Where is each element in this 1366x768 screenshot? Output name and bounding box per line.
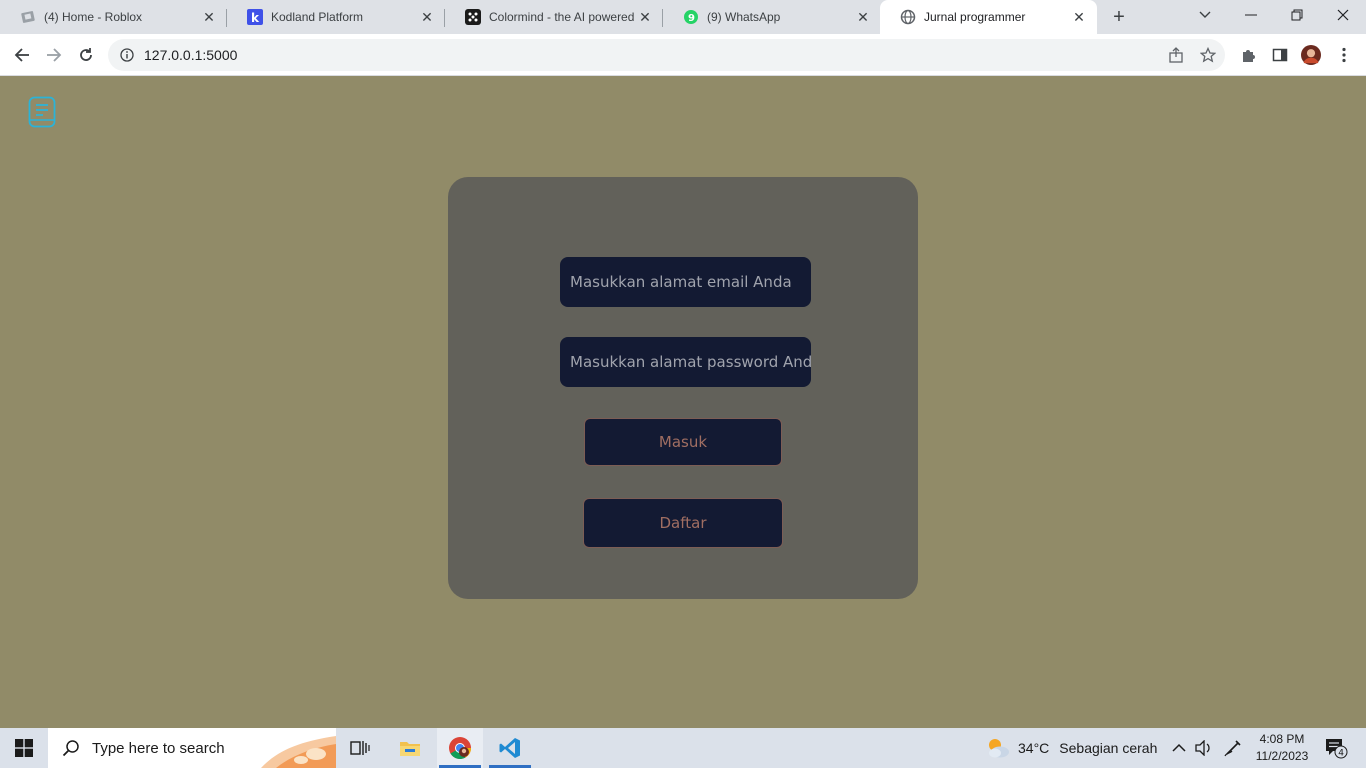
weather-widget[interactable]: 34°C Sebagian cerah [985,728,1157,768]
minimize-icon [1245,14,1257,16]
system-clock[interactable]: 4:08 PM 11/2/2023 [1248,731,1316,765]
login-button[interactable]: Masuk [584,418,782,466]
share-icon[interactable] [1166,45,1186,65]
folder-icon [400,742,420,756]
close-icon[interactable]: ✕ [419,9,435,25]
url-text: 127.0.0.1:5000 [144,47,238,63]
close-icon[interactable]: ✕ [637,9,653,25]
speaker-icon [1195,740,1210,756]
start-button[interactable] [0,728,48,768]
partly-sunny-icon [989,739,1009,758]
weather-temperature: 34°C [1018,740,1050,756]
volume-button[interactable] [1195,728,1213,768]
task-view-icon [350,741,370,755]
tab-whatsapp[interactable]: 9 (9) WhatsApp ✕ [663,0,881,34]
password-input[interactable] [570,353,811,371]
search-icon [62,740,79,757]
email-field[interactable] [560,257,811,307]
register-button[interactable]: Daftar [583,498,783,548]
new-tab-button[interactable]: + [1107,5,1131,29]
email-input[interactable] [570,273,811,291]
minimize-button[interactable] [1228,0,1274,30]
tab-title: Kodland Platform [271,10,364,24]
bookmark-star-icon[interactable] [1198,45,1218,65]
close-icon[interactable]: ✕ [1071,9,1087,25]
file-explorer-button[interactable] [387,728,433,768]
restore-icon [1291,9,1303,21]
svg-text:k: k [251,11,260,25]
tab-strip: (4) Home - Roblox ✕ k Kodland Platform ✕… [0,0,1366,34]
tab-kodland[interactable]: k Kodland Platform ✕ [227,0,445,34]
journal-logo-icon[interactable] [28,96,56,128]
chevron-up-icon [1172,743,1186,752]
chrome-taskbar-button[interactable] [437,728,483,768]
tab-title: (4) Home - Roblox [44,10,143,24]
browser-toolbar: 127.0.0.1:5000 [0,34,1366,76]
task-view-button[interactable] [337,728,383,768]
show-hidden-icons-button[interactable] [1172,728,1186,768]
weather-description: Sebagian cerah [1059,740,1158,756]
close-icon[interactable]: ✕ [855,9,871,25]
tab-title: Jurnal programmer [924,10,1026,24]
notification-count: 4 [1338,749,1344,759]
roblox-icon [20,9,36,25]
reload-icon [80,48,92,61]
notification-icon: 4 [1326,739,1348,759]
tab-search-button[interactable] [1182,0,1228,30]
back-button[interactable] [8,41,36,69]
page-content: Masuk Daftar [0,77,1366,728]
info-icon [120,48,134,62]
search-placeholder: Type here to search [92,739,225,757]
profile-avatar[interactable] [1301,45,1321,65]
password-field[interactable] [560,337,811,387]
kodland-icon: k [247,9,263,25]
chevron-down-icon [1199,11,1211,18]
svg-text:9: 9 [688,13,695,24]
side-panel-icon[interactable] [1270,45,1290,65]
address-bar[interactable]: 127.0.0.1:5000 [108,39,1225,71]
windows-logo-icon [15,739,33,757]
forward-button[interactable] [40,41,68,69]
search-highlight-illustration [261,736,336,768]
pen-icon [1224,740,1241,757]
clock-time: 4:08 PM [1259,732,1305,746]
restore-button[interactable] [1274,0,1320,30]
clock-date: 11/2/2023 [1255,749,1309,763]
arrow-left-icon [14,48,29,62]
colormind-icon [465,9,481,25]
menu-kebab-icon[interactable] [1334,45,1354,65]
close-icon [1337,9,1349,21]
arrow-right-icon [47,48,62,62]
close-icon[interactable]: ✕ [201,9,217,25]
tab-title: (9) WhatsApp [707,10,781,24]
taskbar-search[interactable]: Type here to search [48,728,336,768]
extensions-puzzle-icon[interactable] [1238,45,1258,65]
chrome-icon [449,737,471,759]
whatsapp-icon: 9 [683,9,699,25]
globe-icon [900,9,916,25]
close-window-button[interactable] [1320,0,1366,30]
notification-center-button[interactable]: 4 [1324,728,1348,768]
login-card: Masuk Daftar [448,177,918,599]
vscode-taskbar-button[interactable] [487,728,533,768]
tab-roblox[interactable]: (4) Home - Roblox ✕ [0,0,227,34]
tab-title: Colormind - the AI powered [489,10,635,24]
reload-button[interactable] [72,41,100,69]
windows-taskbar: Type here to search 34°C Sebagian cerah … [0,728,1366,768]
tab-jurnal-programmer[interactable]: Jurnal programmer ✕ [880,0,1097,34]
vscode-icon [499,738,520,758]
pen-workspace-button[interactable] [1224,728,1242,768]
tab-colormind[interactable]: Colormind - the AI powered ✕ [445,0,663,34]
